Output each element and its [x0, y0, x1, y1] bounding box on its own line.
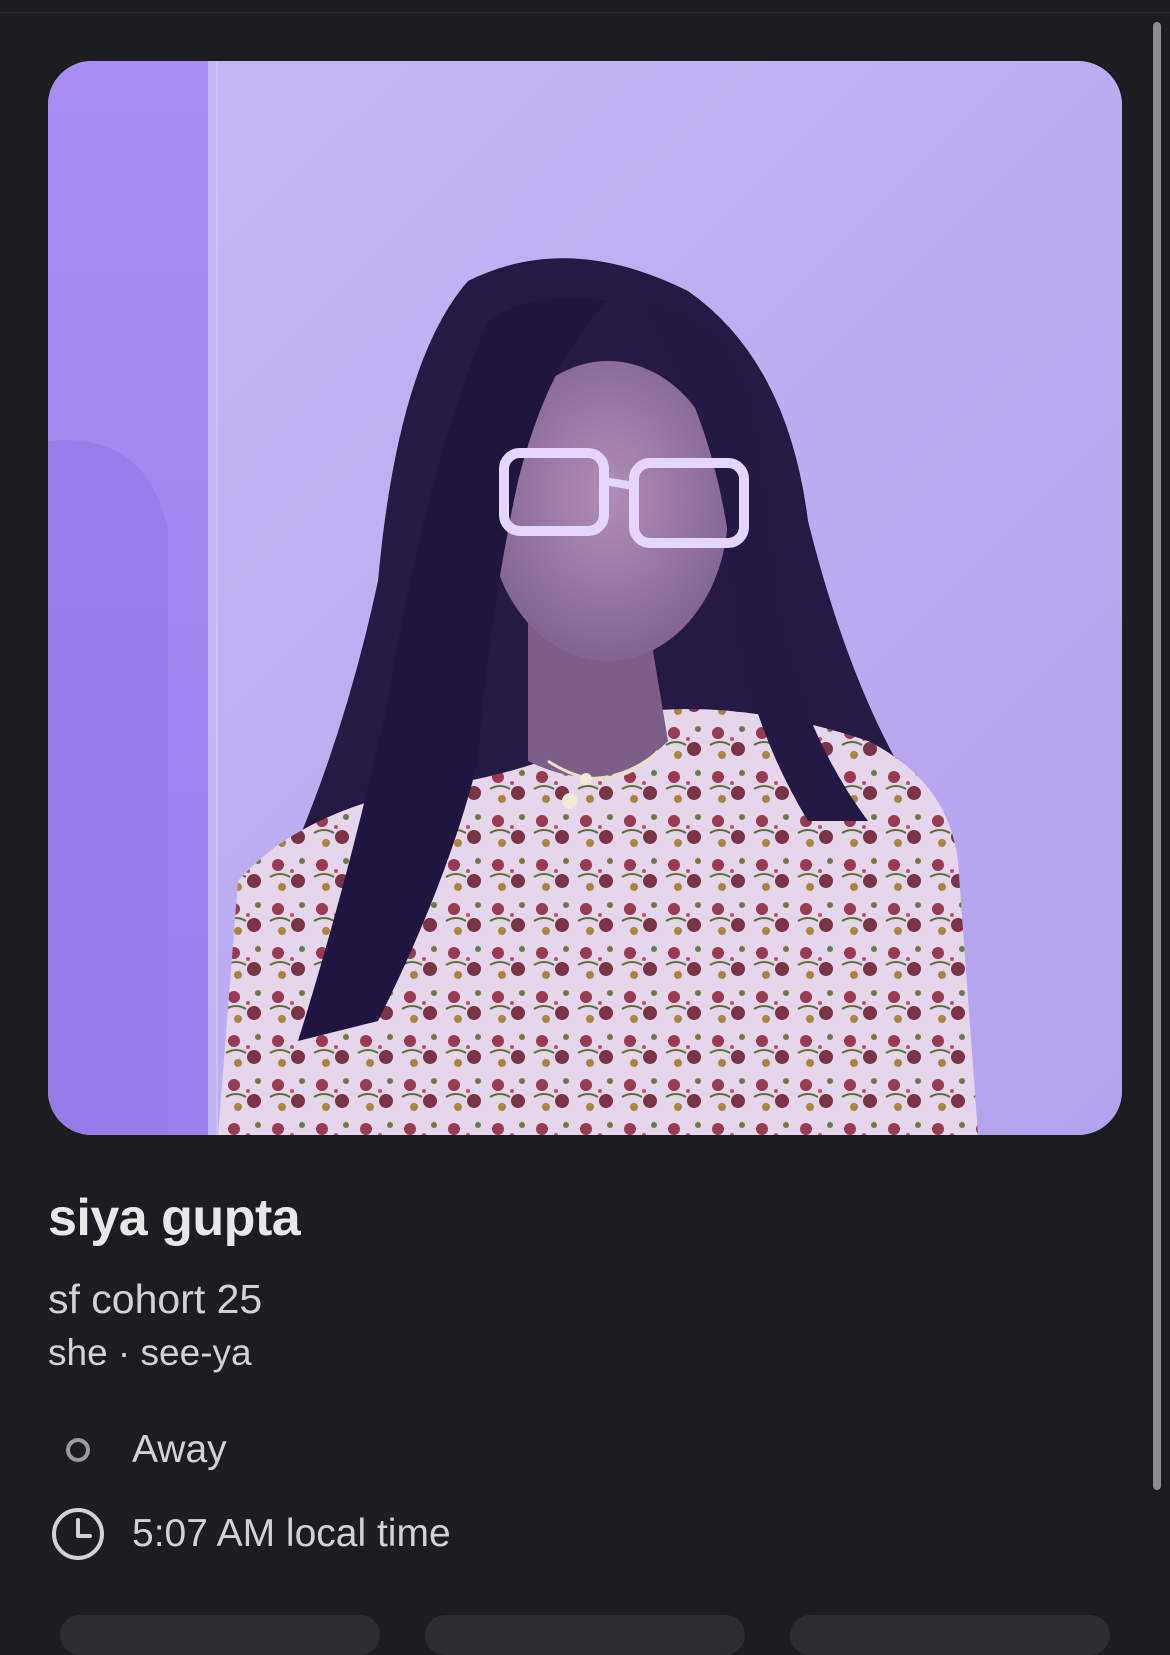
profile-pronouns: she · see-ya	[48, 1332, 252, 1373]
action-button-2[interactable]	[425, 1615, 745, 1655]
profile-name: siya gupta	[48, 1189, 301, 1247]
status-row: Away	[48, 1420, 227, 1480]
profile-title: sf cohort 25	[48, 1276, 263, 1322]
top-divider	[0, 12, 1170, 13]
action-button-3[interactable]	[790, 1615, 1110, 1655]
local-time-text: 5:07 AM local time	[132, 1512, 451, 1555]
presence-away-icon	[48, 1420, 108, 1480]
local-time-row: 5:07 AM local time	[48, 1504, 451, 1564]
action-button-1[interactable]	[60, 1615, 380, 1655]
scrollbar-thumb[interactable]	[1153, 22, 1161, 1490]
clock-icon	[48, 1504, 108, 1564]
status-text: Away	[132, 1428, 227, 1471]
profile-photo[interactable]	[48, 61, 1122, 1135]
